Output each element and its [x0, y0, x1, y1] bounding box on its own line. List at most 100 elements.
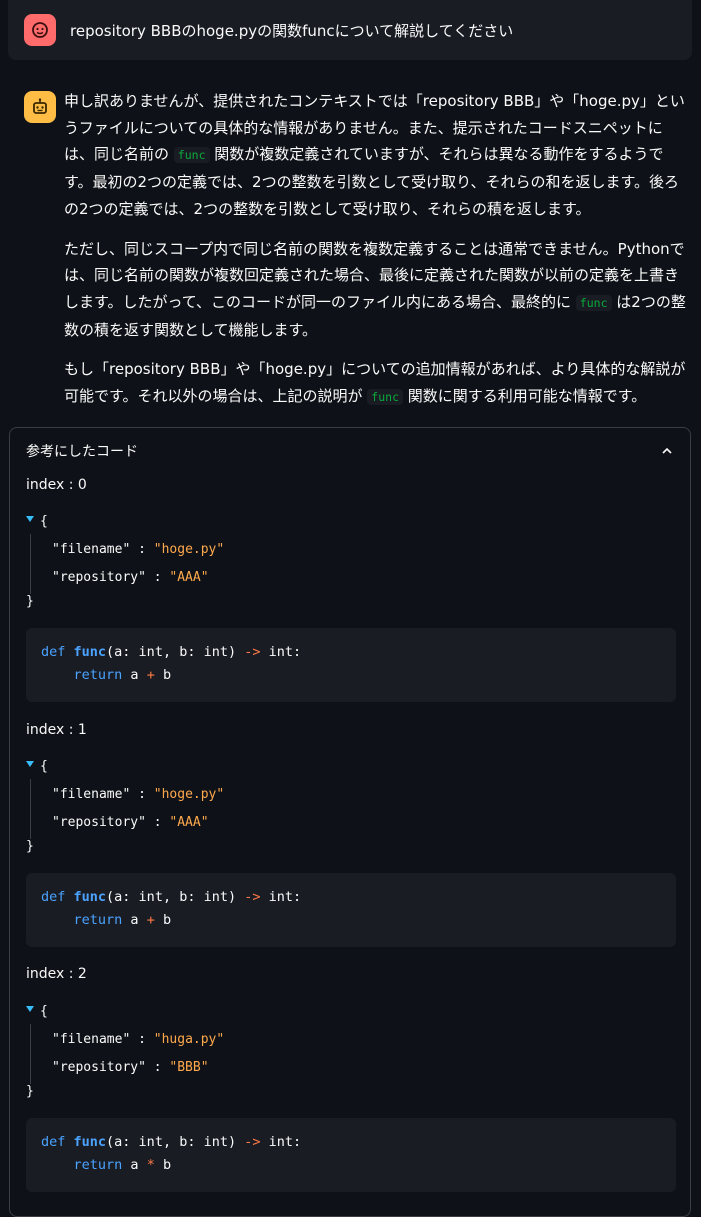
json-repository-row: "repository" : "AAA"	[52, 570, 209, 585]
expander-header[interactable]: 参考にしたコード	[26, 440, 674, 462]
json-value: "AAA"	[169, 815, 209, 830]
entry-index-label: index : 0	[26, 477, 87, 493]
code-token: b	[154, 667, 172, 683]
code-line: return a + b	[41, 912, 172, 928]
json-brace: {	[40, 514, 48, 529]
code-token: a	[122, 1157, 147, 1173]
answer-text: うファイルについての具体的な情報がありません。また、提示されたコードスニペットに	[64, 118, 663, 137]
code-token: ->	[244, 889, 261, 905]
json-guide-line	[30, 1024, 31, 1084]
code-token: +	[146, 912, 155, 928]
collapse-triangle-icon[interactable]	[26, 1006, 34, 1012]
code-line: def func(a: int, b: int) -> int:	[41, 1134, 301, 1150]
json-colon: :	[138, 542, 146, 557]
inline-code: func	[367, 389, 403, 406]
json-colon: :	[153, 815, 162, 830]
code-token: ->	[244, 1134, 261, 1150]
code-token: b	[154, 1157, 172, 1173]
code-token: *	[146, 1157, 155, 1173]
entry-index-label: index : 1	[26, 722, 87, 738]
assistant-avatar	[24, 91, 56, 123]
code-token: (a: int, b: int)	[106, 889, 245, 905]
json-key: "repository"	[52, 570, 146, 585]
entry-index-label: index : 2	[26, 966, 87, 982]
user-message: repository BBBのhoge.pyの関数funcについて解説してくださ…	[8, 0, 692, 60]
json-viewer: { "filename" : "hoge.py" "repository" : …	[26, 514, 666, 614]
code-block: def func(a: int, b: int) -> int: return …	[26, 628, 676, 702]
answer-text: もし「repository BBB」や「hoge.py」についての追加情報があれ…	[64, 360, 686, 379]
code-line: def func(a: int, b: int) -> int:	[41, 889, 301, 905]
answer-text: ただし、同じスコープ内で同じ名前の関数を複数定義することは通常できません。Pyt…	[64, 239, 670, 258]
code-token: a	[122, 667, 147, 683]
answer-text: 関数が複数定義されていますが、それらは異なる動作をするようで	[214, 145, 664, 164]
json-value: "huga.py"	[153, 1032, 225, 1047]
code-token: int:	[260, 644, 302, 660]
answer-paragraph-2: ただし、同じスコープ内で同じ名前の関数を複数定義することは通常できません。Pyt…	[64, 236, 688, 344]
json-key: "filename"	[52, 787, 131, 802]
code-token: b	[154, 912, 172, 928]
json-brace: }	[26, 1084, 34, 1099]
code-token: def	[41, 644, 66, 660]
user-avatar	[24, 14, 56, 46]
assistant-message: 申し訳ありませんが、提供されたコンテキストでは「repository BBB」や…	[64, 88, 688, 424]
json-brace: }	[26, 839, 34, 854]
json-value: "hoge.py"	[153, 542, 225, 557]
json-repository-row: "repository" : "AAA"	[52, 815, 209, 830]
json-brace: {	[40, 1004, 48, 1019]
json-viewer: { "filename" : "hoge.py" "repository" : …	[26, 759, 666, 859]
json-colon: :	[138, 1032, 146, 1047]
answer-text: す。最初の2つの定義では、2つの整数を引数として受け取り、それらの和を返します。…	[64, 173, 665, 192]
json-guide-line	[30, 779, 31, 839]
json-brace: }	[26, 594, 34, 609]
robot-icon	[33, 98, 47, 114]
code-token: func	[73, 1134, 107, 1150]
collapse-triangle-icon[interactable]	[26, 516, 34, 522]
json-key: "repository"	[52, 815, 146, 830]
json-filename-row: "filename" : "huga.py"	[52, 1032, 224, 1047]
code-token: (a: int, b: int)	[106, 644, 245, 660]
code-token: +	[146, 667, 155, 683]
answer-paragraph-3: もし「repository BBB」や「hoge.py」についての追加情報があれ…	[64, 356, 688, 410]
code-token: def	[41, 1134, 66, 1150]
json-filename-row: "filename" : "hoge.py"	[52, 787, 224, 802]
expander-title: 参考にしたコード	[26, 444, 138, 460]
code-line: return a + b	[41, 667, 172, 683]
code-token: func	[73, 889, 107, 905]
json-value: "AAA"	[169, 570, 209, 585]
collapse-triangle-icon[interactable]	[26, 761, 34, 767]
code-token: a	[122, 912, 147, 928]
code-line: def func(a: int, b: int) -> int:	[41, 644, 301, 660]
json-key: "filename"	[52, 1032, 131, 1047]
json-guide-line	[30, 534, 31, 594]
json-colon: :	[138, 787, 146, 802]
inline-code: func	[575, 294, 612, 311]
code-token: return	[73, 1157, 123, 1173]
code-token: func	[73, 644, 107, 660]
json-value: "hoge.py"	[153, 787, 225, 802]
json-viewer: { "filename" : "huga.py" "repository" : …	[26, 1004, 666, 1104]
json-value: "BBB"	[169, 1060, 209, 1075]
json-colon: :	[153, 570, 162, 585]
code-token: return	[73, 912, 123, 928]
answer-text: は2	[616, 292, 641, 311]
answer-text: 可能です。それ以外の場合は、上記の説明が	[64, 387, 363, 406]
json-colon: :	[153, 1060, 162, 1075]
chevron-up-icon[interactable]	[660, 444, 674, 458]
code-token: def	[41, 889, 66, 905]
code-token: return	[73, 667, 123, 683]
answer-text: 申し訳ありませんが、提供されたコンテキストでは「repository BBB」や…	[64, 92, 685, 110]
code-token: ->	[244, 644, 261, 660]
code-token: int:	[260, 1134, 302, 1150]
json-key: "repository"	[52, 1060, 146, 1075]
answer-text: は、同じ名前の	[64, 145, 170, 164]
reference-code-expander: 参考にしたコード index : 0 { "filename" : "hoge.…	[9, 427, 691, 1217]
face-icon	[32, 22, 48, 38]
answer-paragraph-1: 申し訳ありませんが、提供されたコンテキストでは「repository BBB」や…	[64, 88, 688, 223]
json-brace: {	[40, 759, 48, 774]
